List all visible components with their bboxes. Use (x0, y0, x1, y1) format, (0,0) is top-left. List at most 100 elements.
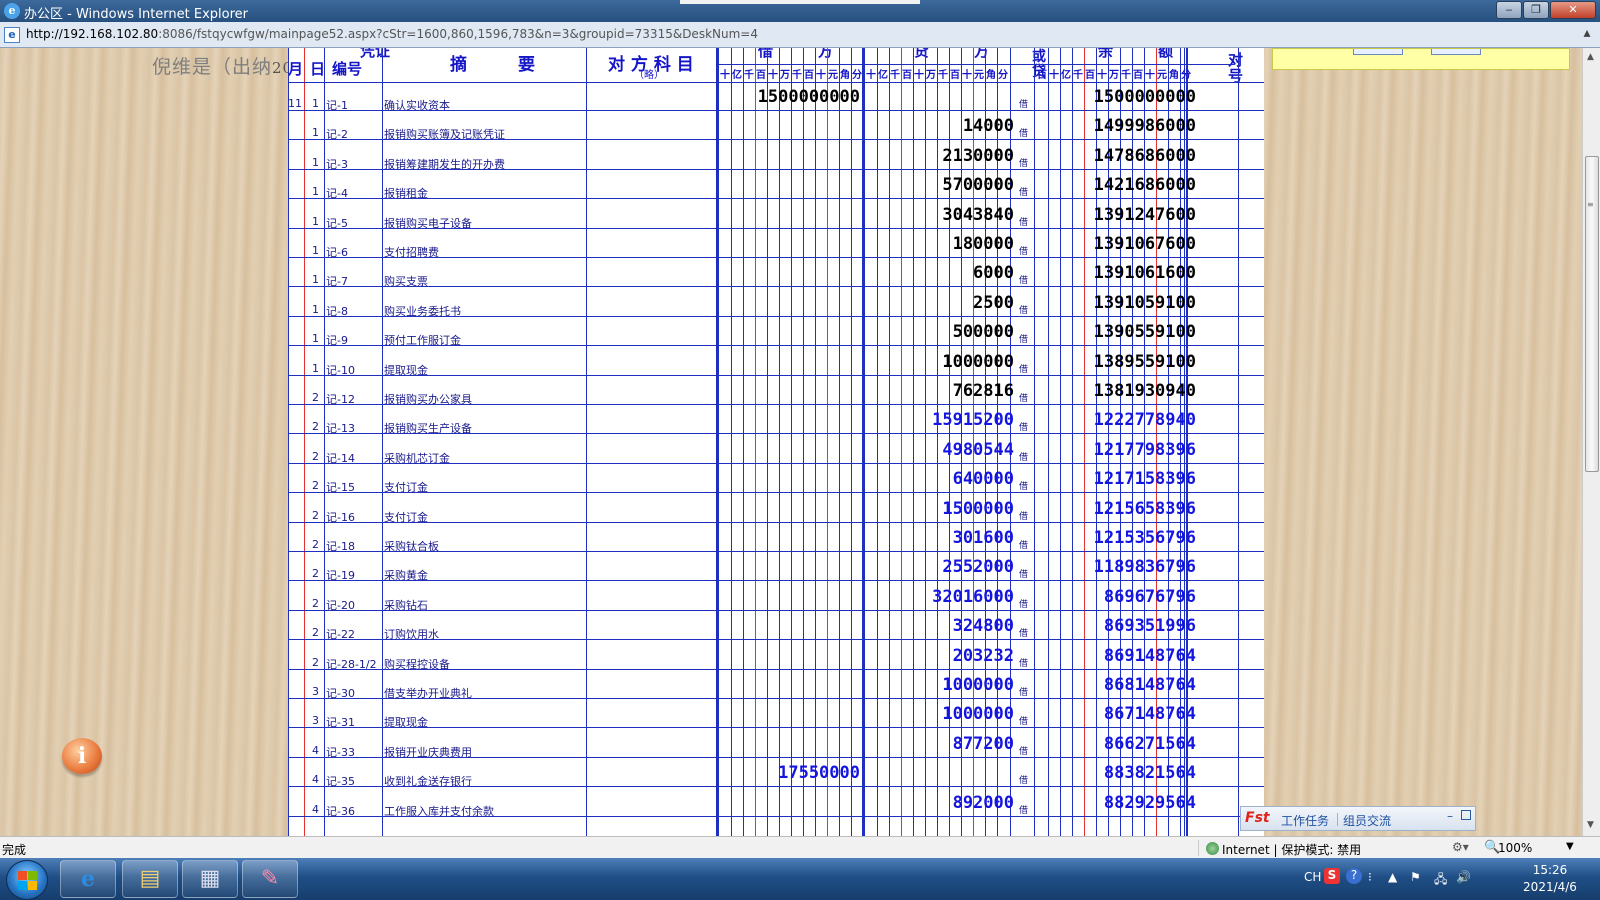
row-summary[interactable]: 报销购买账簿及记账凭证 (384, 126, 505, 142)
row-voucher-no[interactable]: 记-6 (326, 244, 348, 260)
row-voucher-no[interactable]: 记-18 (326, 538, 355, 554)
row-summary[interactable]: 订购饮用水 (384, 626, 439, 642)
minimize-button[interactable]: ‒ (1496, 1, 1522, 19)
scroll-up-arrow-icon[interactable]: ▲ (1587, 52, 1594, 62)
row-summary[interactable]: 收到礼金送存银行 (384, 773, 472, 789)
fst-maximize-icon[interactable] (1461, 810, 1471, 820)
fst-widget[interactable]: Fst 工作任务 组员交流 – (1240, 806, 1476, 831)
row-summary[interactable]: 预付工作服订金 (384, 332, 461, 348)
scroll-down-arrow-icon[interactable]: ▼ (1587, 820, 1594, 830)
row-voucher-no[interactable]: 记-4 (326, 185, 348, 201)
maximize-button[interactable]: ❐ (1523, 1, 1549, 19)
work-task-link[interactable]: 工作任务 (1281, 812, 1329, 829)
row-summary[interactable]: 报销购买电子设备 (384, 215, 472, 231)
row-voucher-no[interactable]: 记-8 (326, 303, 348, 319)
row-voucher-no[interactable]: 记-12 (326, 391, 355, 407)
row-voucher-no[interactable]: 记-36 (326, 803, 355, 819)
row-voucher-no[interactable]: 记-2 (326, 126, 348, 142)
row-day: 2 (312, 508, 319, 522)
taskbar-clock[interactable]: 15:26 2021/4/6 (1510, 862, 1590, 896)
taskbar-explorer-icon[interactable]: ▤ (122, 860, 178, 898)
row-voucher-no[interactable]: 记-1 (326, 97, 348, 113)
security-zone[interactable]: Internet | 保护模式: 禁用 (1222, 841, 1361, 858)
row-summary[interactable]: 采购钛合板 (384, 538, 439, 554)
zoom-dropdown-icon[interactable]: ▼ (1566, 841, 1574, 852)
panel-button-1[interactable] (1353, 49, 1403, 55)
address-bar[interactable]: e http://192.168.102.80:8086/fstqycwfgw/… (0, 22, 1600, 48)
row-divider (288, 609, 1264, 611)
row-summary[interactable]: 报销租金 (384, 185, 428, 201)
row-voucher-no[interactable]: 记-10 (326, 362, 355, 378)
ime-options-icon[interactable]: ⁝ (1368, 870, 1372, 884)
row-summary[interactable]: 采购钻石 (384, 597, 428, 613)
row-voucher-no[interactable]: 记-3 (326, 156, 348, 172)
row-voucher-no[interactable]: 记-22 (326, 626, 355, 642)
row-balance-amount: 867148764 (1103, 704, 1196, 725)
action-center-icon[interactable]: ⚑ (1410, 870, 1421, 884)
vertical-scrollbar[interactable]: ▲ ≡ ▼ (1582, 48, 1600, 836)
row-direction: 借 (1019, 305, 1029, 316)
scroll-up-icon[interactable]: ▴ (1578, 25, 1596, 45)
row-summary[interactable]: 购买支票 (384, 273, 428, 289)
row-voucher-no[interactable]: 记-31 (326, 714, 355, 730)
row-balance-amount: 1391061600 (1093, 263, 1196, 284)
row-summary[interactable]: 提取现金 (384, 714, 428, 730)
row-voucher-no[interactable]: 记-13 (326, 420, 355, 436)
row-voucher-no[interactable]: 记-30 (326, 685, 355, 701)
taskbar-paint-icon[interactable]: ✎ (242, 860, 298, 898)
row-credit-amount: 2500 (973, 292, 1014, 313)
row-summary[interactable]: 支付订金 (384, 479, 428, 495)
page-icon: e (4, 27, 20, 43)
info-icon[interactable]: i (62, 738, 102, 774)
row-summary[interactable]: 报销购买办公家具 (384, 391, 472, 407)
row-summary[interactable]: 报销购买生产设备 (384, 420, 472, 436)
sogou-ime-icon[interactable]: S (1324, 868, 1340, 884)
title-slot (680, 0, 920, 4)
taskbar-calculator-icon[interactable]: ▦ (182, 860, 238, 898)
row-voucher-no[interactable]: 记-9 (326, 332, 348, 348)
row-voucher-no[interactable]: 记-19 (326, 567, 355, 583)
row-summary[interactable]: 报销开业庆典费用 (384, 744, 472, 760)
row-credit-amount: 301600 (952, 528, 1014, 548)
column-divider (586, 48, 587, 836)
row-voucher-no[interactable]: 记-14 (326, 450, 355, 466)
row-summary[interactable]: 借支举办开业典礼 (384, 685, 472, 701)
zoom-level[interactable]: 100% (1498, 841, 1532, 855)
row-voucher-no[interactable]: 记-5 (326, 215, 348, 231)
cash-journal-table: 凭证 月 日 编号 摘 要 对 方 科 目 （略） 借 方 贷 方 或贷 余 额… (288, 48, 1264, 836)
row-voucher-no[interactable]: 记-28-1/2 (326, 656, 377, 672)
row-debit-amount: 1500000000 (757, 87, 860, 107)
volume-icon[interactable]: 🔊 (1456, 870, 1471, 884)
taskbar-ie-icon[interactable]: e (60, 860, 116, 898)
row-summary[interactable]: 确认实收资本 (384, 97, 450, 113)
row-summary[interactable]: 工作服入库并支付余款 (384, 803, 494, 819)
row-voucher-no[interactable]: 记-35 (326, 773, 355, 789)
row-day: 1 (312, 214, 319, 228)
row-voucher-no[interactable]: 记-15 (326, 479, 355, 495)
start-button[interactable] (6, 860, 48, 900)
row-direction: 借 (1019, 717, 1029, 728)
row-voucher-no[interactable]: 记-16 (326, 509, 355, 525)
fst-minimize-icon[interactable]: – (1447, 809, 1453, 823)
help-icon[interactable]: ? (1346, 868, 1362, 884)
row-summary[interactable]: 报销筹建期发生的开办费 (384, 156, 505, 172)
row-voucher-no[interactable]: 记-33 (326, 744, 355, 760)
row-voucher-no[interactable]: 记-7 (326, 273, 348, 289)
address-url[interactable]: http://192.168.102.80:8086/fstqycwfgw/ma… (26, 27, 758, 41)
show-hidden-icons[interactable]: ▲ (1388, 870, 1397, 884)
row-summary[interactable]: 支付订金 (384, 509, 428, 525)
network-icon[interactable]: 🖧 (1434, 870, 1447, 891)
panel-button-2[interactable] (1431, 49, 1481, 55)
digit-place-header: 十 (914, 70, 924, 81)
close-button[interactable]: ✕ (1550, 1, 1596, 19)
row-voucher-no[interactable]: 记-20 (326, 597, 355, 613)
row-summary[interactable]: 购买业务委托书 (384, 303, 461, 319)
row-summary[interactable]: 支付招聘费 (384, 244, 439, 260)
protected-mode-icon[interactable]: ⚙▾ (1452, 840, 1469, 854)
row-summary[interactable]: 采购黄金 (384, 567, 428, 583)
language-indicator[interactable]: CH (1304, 870, 1321, 884)
row-summary[interactable]: 采购机芯订金 (384, 450, 450, 466)
row-summary[interactable]: 购买程控设备 (384, 656, 450, 672)
team-chat-link[interactable]: 组员交流 (1343, 812, 1391, 829)
row-summary[interactable]: 提取现金 (384, 362, 428, 378)
